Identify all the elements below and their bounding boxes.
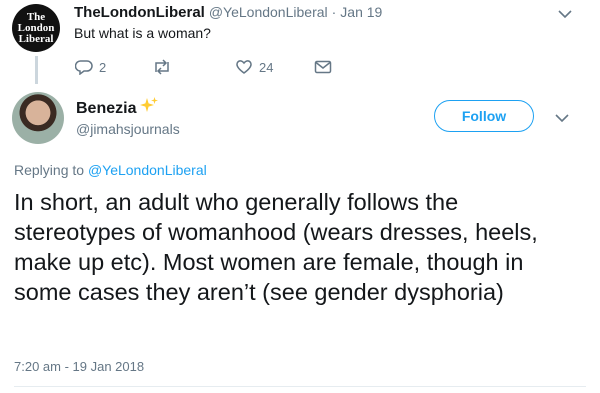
reply-tweet-text: In short, an adult who generally follows… [14, 189, 538, 305]
parent-display-name[interactable]: TheLondonLiberal [74, 4, 205, 21]
avatar-benezia[interactable] [12, 92, 64, 144]
parent-tweet-header: TheLondonLiberal @YeLondonLiberal · Jan … [74, 4, 382, 21]
message-action[interactable] [314, 58, 332, 76]
parent-tweet-text: But what is a woman? [74, 25, 211, 41]
header-separator: · [331, 4, 337, 20]
reply-count: 2 [99, 59, 107, 75]
reply-handle[interactable]: @jimahsjournals [76, 121, 180, 137]
reply-icon [75, 60, 93, 75]
replying-to-line: Replying to @YeLondonLiberal [14, 162, 207, 178]
avatar-text-line: The [26, 10, 46, 23]
sparkles-icon [139, 96, 159, 121]
message-icon [314, 60, 332, 74]
like-action[interactable]: 24 [235, 58, 273, 76]
like-icon [236, 60, 252, 74]
like-count: 24 [259, 59, 274, 75]
chevron-down-icon [555, 114, 569, 123]
reply-more-chevron[interactable] [555, 110, 569, 127]
reply-name-row: Benezia [76, 96, 159, 121]
retweet-icon [155, 59, 169, 75]
thread-connector-line [35, 56, 38, 84]
avatar-text-line: London [17, 21, 55, 34]
reply-action[interactable]: 2 [75, 58, 106, 76]
parent-more-chevron[interactable] [558, 6, 572, 23]
chevron-down-icon [558, 10, 572, 19]
retweet-action[interactable] [152, 58, 178, 76]
avatar-text-line: Liberal [18, 32, 54, 45]
follow-button[interactable]: Follow [434, 100, 534, 132]
bottom-divider [14, 386, 586, 387]
parent-handle[interactable]: @YeLondonLiberal [209, 4, 328, 20]
reply-timestamp[interactable]: 7:20 am - 19 Jan 2018 [14, 359, 144, 374]
reply-display-name[interactable]: Benezia [76, 100, 136, 118]
replying-to-prefix: Replying to [14, 162, 88, 178]
avatar-thelondonliberal[interactable]: The London Liberal [12, 4, 60, 52]
replying-to-handle-link[interactable]: @YeLondonLiberal [88, 162, 207, 178]
parent-date[interactable]: Jan 19 [340, 4, 382, 20]
